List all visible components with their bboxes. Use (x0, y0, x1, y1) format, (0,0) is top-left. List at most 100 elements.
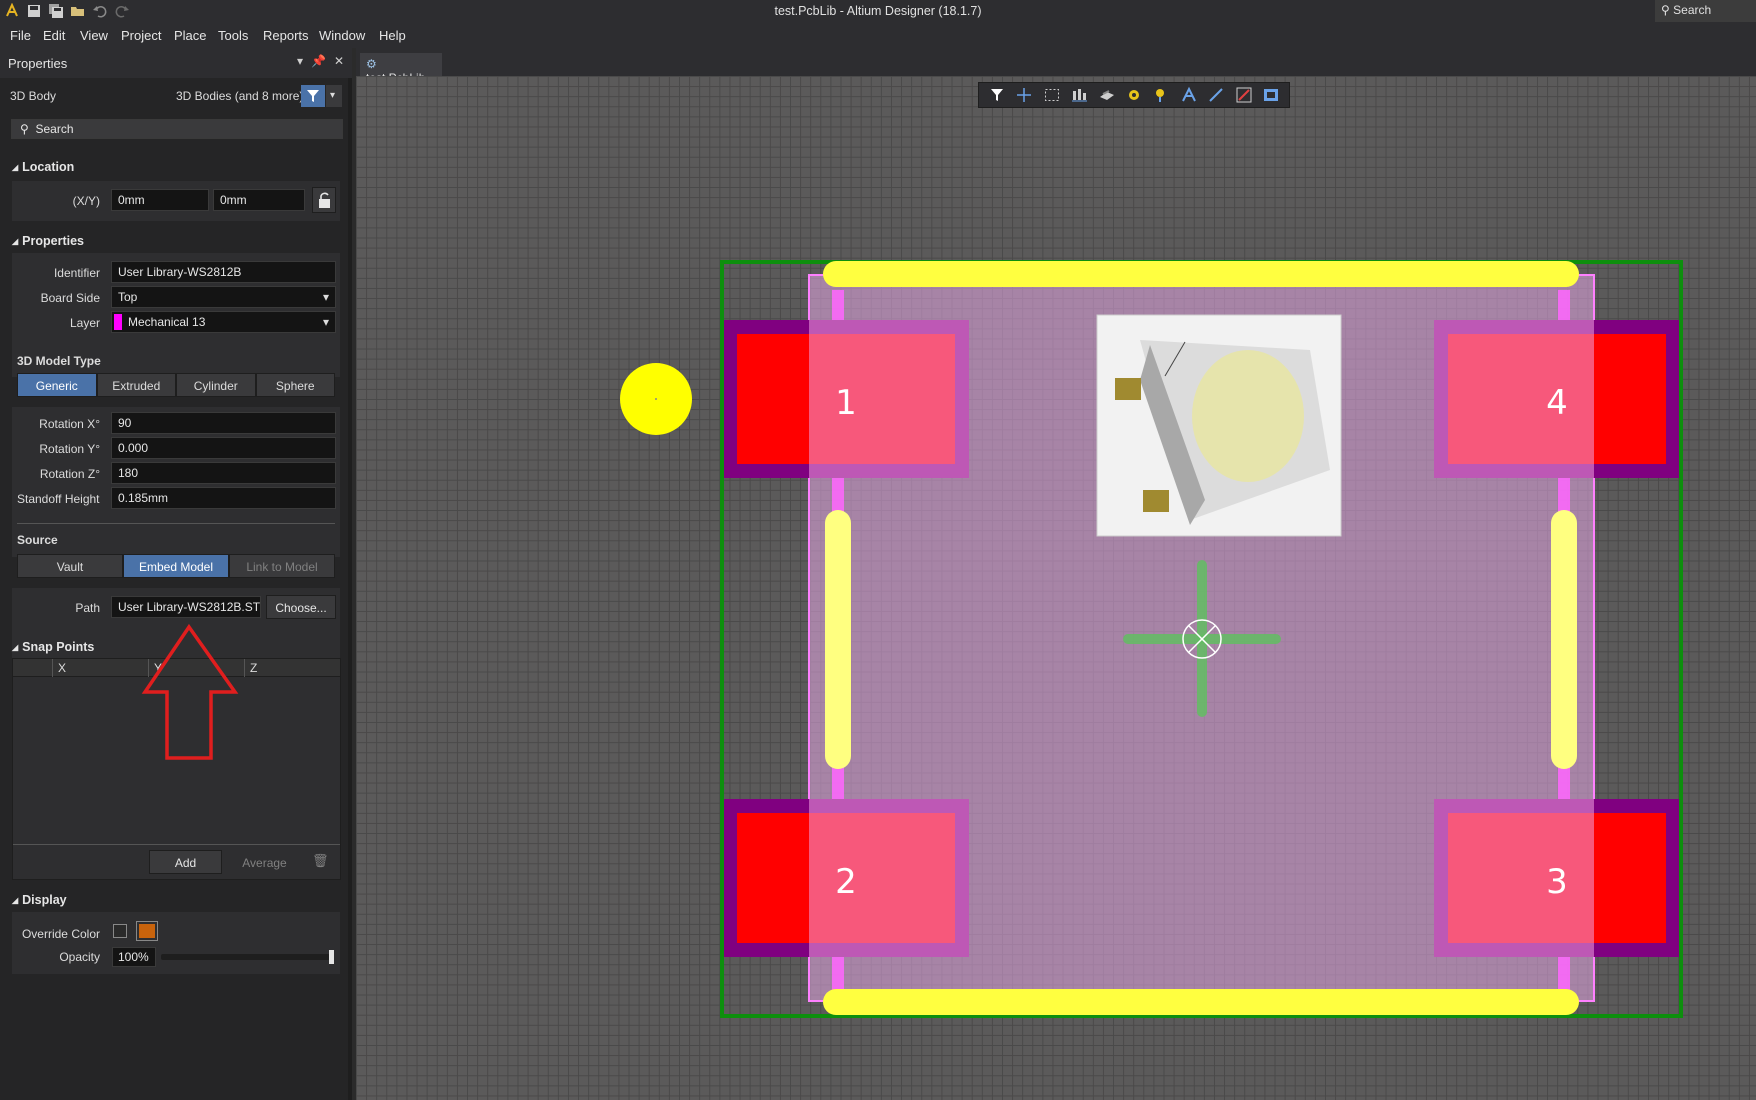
override-color-checkbox[interactable] (113, 924, 127, 938)
identifier-label: Identifier (53, 266, 100, 280)
location-y-input[interactable]: 0mm (213, 189, 305, 211)
source-vault[interactable]: Vault (17, 554, 123, 578)
lock-button[interactable] (312, 187, 336, 213)
menu-tools[interactable]: Tools (218, 28, 248, 43)
menu-file[interactable]: File (10, 28, 31, 43)
object-type: 3D Body (10, 89, 57, 103)
path-label: Path (75, 601, 100, 615)
window-title: test.PcbLib - Altium Designer (18.1.7) (774, 4, 982, 18)
global-search-label: Search (1673, 3, 1712, 17)
menu-view[interactable]: View (80, 28, 108, 43)
standoff-height-input[interactable]: 0.185mm (111, 487, 336, 509)
average-button[interactable]: Average (227, 850, 302, 874)
model-type-generic[interactable]: Generic (17, 373, 97, 397)
opacity-slider[interactable] (161, 950, 334, 964)
menu-reports[interactable]: Reports (263, 28, 309, 43)
search-icon: ⚲ (1661, 3, 1670, 17)
close-icon[interactable]: ✕ (334, 54, 344, 68)
model-type-selector: Generic Extruded Cylinder Sphere (17, 373, 335, 397)
snap-points-table: X Y Z (12, 658, 341, 880)
filter-icon (307, 90, 319, 102)
search-icon: ⚲ (20, 122, 29, 136)
pin-icon[interactable]: 📌 (311, 54, 326, 68)
panel-header: Properties ▾ 📌 ✕ (0, 48, 352, 78)
opacity-input[interactable]: 100% (112, 947, 156, 967)
delete-icon[interactable]: 🗑 (312, 853, 329, 869)
menu-place[interactable]: Place (174, 28, 207, 43)
panel-search-input[interactable]: ⚲ Search (11, 119, 343, 139)
panel-title: Properties (8, 56, 68, 71)
source-selector: Vault Embed Model Link to Model (17, 554, 335, 578)
menu-help[interactable]: Help (379, 28, 406, 43)
via-icon[interactable] (1152, 86, 1170, 104)
filter-summary: 3D Bodies (and 8 more) (176, 89, 304, 103)
menu-project[interactable]: Project (121, 28, 161, 43)
menu-edit[interactable]: Edit (43, 28, 65, 43)
board-side-label: Board Side (40, 291, 100, 305)
align-icon[interactable] (1070, 86, 1088, 104)
override-color-label: Override Color (21, 927, 100, 941)
add-snap-point-button[interactable]: Add (149, 850, 222, 874)
document-tab-strip: ⚙ test.PcbLib (356, 48, 1756, 85)
menu-window[interactable]: Window (319, 28, 365, 43)
rotation-y-input[interactable]: 0.000 (111, 437, 336, 459)
filter-icon[interactable] (988, 86, 1006, 104)
model-type-heading: 3D Model Type (17, 354, 101, 368)
pcb-canvas[interactable] (356, 76, 1756, 1100)
path-input[interactable]: User Library-WS2812B.STEP (111, 596, 261, 618)
tab-test-pcblib[interactable]: ⚙ test.PcbLib (360, 53, 442, 85)
panel-menu-icon[interactable]: ▾ (297, 54, 303, 68)
source-link-to-model[interactable]: Link to Model (229, 554, 335, 578)
opacity-label: Opacity (59, 950, 100, 964)
rotation-z-label: Rotation Z° (39, 467, 100, 481)
line-icon[interactable] (1207, 86, 1225, 104)
display-box (12, 912, 340, 974)
select-area-icon[interactable] (1043, 86, 1061, 104)
filter-dropdown-icon[interactable]: ▾ (326, 85, 342, 107)
region-icon[interactable] (1262, 86, 1280, 104)
xy-label: (X/Y) (72, 194, 100, 208)
filter-button[interactable] (301, 85, 325, 107)
layer-value: Mechanical 13 (128, 315, 206, 329)
active-bar-toolbar (978, 82, 1290, 108)
section-location[interactable]: Location (12, 160, 74, 174)
override-color-fill (139, 924, 155, 938)
source-embed-model[interactable]: Embed Model (123, 554, 229, 578)
layer-color-swatch (114, 314, 122, 330)
section-display[interactable]: Display (12, 893, 66, 907)
rotation-x-label: Rotation X° (39, 417, 100, 431)
dimension-icon[interactable] (1235, 86, 1253, 104)
title-bar: test.PcbLib - Altium Designer (18.1.7) ⚲… (0, 0, 1756, 22)
identifier-input[interactable]: User Library-WS2812B (111, 261, 336, 283)
rotation-x-input[interactable]: 90 (111, 412, 336, 434)
location-x-input[interactable]: 0mm (111, 189, 209, 211)
pcb-library-icon: ⚙ (366, 57, 377, 71)
pad-icon[interactable] (1125, 86, 1143, 104)
divider (17, 523, 335, 524)
model-type-sphere[interactable]: Sphere (255, 373, 335, 397)
column-y: Y (154, 661, 163, 675)
properties-panel: Properties ▾ 📌 ✕ 3D Body 3D Bodies (and … (0, 48, 352, 1100)
choose-button[interactable]: Choose... (266, 595, 336, 619)
section-properties[interactable]: Properties (12, 234, 84, 248)
layer-label: Layer (69, 316, 100, 330)
global-search[interactable]: ⚲ Search (1655, 0, 1756, 22)
rotation-z-input[interactable]: 180 (111, 462, 336, 484)
model-type-extruded[interactable]: Extruded (96, 373, 176, 397)
board-side-select[interactable]: Top (111, 286, 336, 308)
model-type-cylinder[interactable]: Cylinder (176, 373, 256, 397)
3d-body-icon[interactable] (1098, 86, 1116, 104)
menu-bar: File Edit View Project Place Tools Repor… (0, 22, 1756, 48)
column-x: X (58, 661, 67, 675)
opacity-slider-thumb[interactable] (329, 950, 334, 964)
panel-search-placeholder: Search (35, 122, 74, 136)
section-snap-points[interactable]: Snap Points (12, 640, 94, 654)
column-z: Z (250, 661, 258, 675)
override-color-swatch[interactable] (136, 921, 158, 941)
text-icon[interactable] (1180, 86, 1198, 104)
source-heading: Source (17, 533, 58, 547)
board-side-value: Top (118, 290, 138, 304)
standoff-height-label: Standoff Height (17, 492, 100, 506)
layer-select[interactable]: Mechanical 13 (111, 311, 336, 333)
move-crosshair-icon[interactable] (1015, 86, 1033, 104)
